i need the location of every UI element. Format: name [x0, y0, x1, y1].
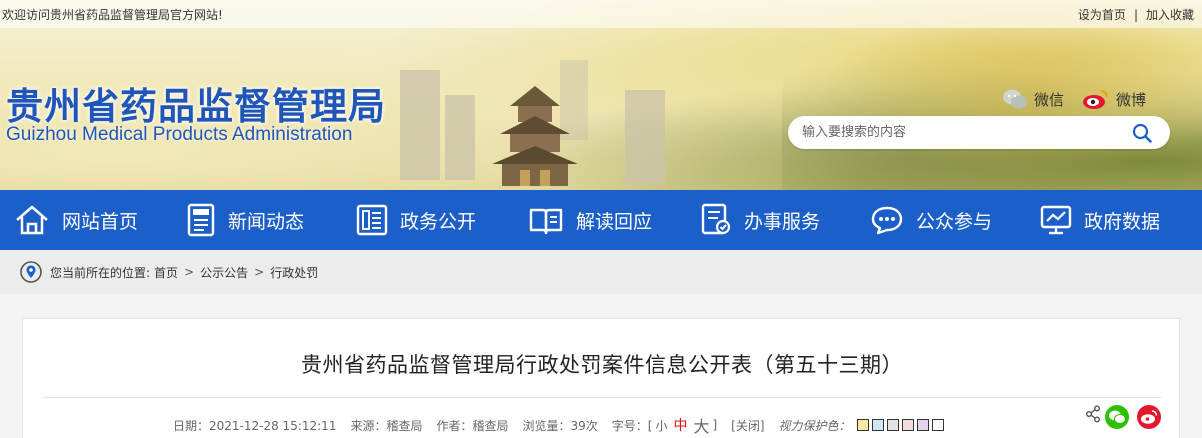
nav-label: 公众参与 [916, 210, 993, 233]
welcome-text: 欢迎访问贵州省药品监督管理局官方网站! [2, 8, 223, 22]
nav-label: 网站首页 [62, 210, 139, 233]
nav-item-government-affairs[interactable]: 政务公开 [356, 190, 476, 250]
title-divider [43, 397, 1161, 398]
eye-protection-label: 视力保护色： [778, 418, 851, 433]
service-form-icon [701, 203, 731, 235]
search-box [788, 116, 1170, 149]
weibo-share-icon [1141, 410, 1158, 424]
weibo-icon [1083, 90, 1108, 109]
nav-label: 办事服务 [744, 210, 821, 233]
nav-label: 解读回应 [576, 210, 653, 233]
eye-color-swatch-yellow[interactable] [856, 419, 869, 431]
news-icon [187, 203, 215, 237]
close-link[interactable]: [关闭] [731, 417, 764, 434]
nav-label: 政务公开 [400, 210, 477, 233]
article-meta: 日期：2021-12-28 15:12:11 来源：稽查局 作者：稽查局 浏览量… [173, 413, 947, 437]
top-links: 设为首页 | 加入收藏 [1078, 6, 1194, 23]
article-title: 贵州省药品监督管理局行政处罚案件信息公开表（第五十三期） [301, 353, 903, 377]
breadcrumb-bar: 您当前所在的位置: 首页 > 公示公告 > 行政处罚 [0, 250, 1202, 294]
book-icon [529, 208, 563, 235]
banner-building [400, 70, 440, 180]
article-author: 作者：稽查局 [436, 418, 509, 433]
breadcrumb-home[interactable]: 首页 [154, 264, 178, 281]
data-chart-icon [1040, 205, 1072, 235]
main-nav: 网站首页 新闻动态 政务公开 解读回应 办事服务 公众参与 政府数据 [0, 190, 1202, 250]
eye-color-swatch-purple[interactable] [916, 419, 929, 431]
wechat-icon [1003, 89, 1027, 109]
pagoda-illustration [492, 86, 578, 186]
location-pin-icon [20, 261, 42, 283]
font-size-small[interactable]: 小 [655, 417, 667, 434]
top-link-separator: | [1133, 8, 1138, 22]
breadcrumb-announcements[interactable]: 公示公告 [200, 264, 248, 281]
publish-date: 日期：2021-12-28 15:12:11 [173, 418, 337, 433]
nav-item-interpretation[interactable]: 解读回应 [528, 190, 652, 250]
banner-building [625, 90, 665, 185]
weibo-label: 微博 [1116, 90, 1147, 109]
site-title[interactable]: 贵州省药品监督管理局 [6, 76, 386, 130]
view-count: 浏览量：39次 [522, 418, 598, 433]
share-button[interactable] [1085, 405, 1101, 423]
banner-building [445, 95, 475, 180]
breadcrumb-separator: > [254, 265, 265, 279]
eye-color-swatch-blue[interactable] [871, 419, 884, 431]
breadcrumb-prefix: 您当前所在的位置: [50, 265, 151, 280]
article-card: 贵州省药品监督管理局行政处罚案件信息公开表（第五十三期） 日期：2021-12-… [22, 318, 1180, 438]
document-icon [356, 204, 388, 236]
nav-item-government-data[interactable]: 政府数据 [1040, 190, 1160, 250]
wechat-link[interactable]: 微信 [1002, 88, 1064, 110]
font-size-medium[interactable]: 中 [673, 415, 687, 435]
breadcrumb-separator: > [184, 265, 195, 279]
share-icon [1086, 405, 1100, 423]
search-input[interactable] [802, 122, 1122, 143]
eye-color-swatch-pink[interactable] [901, 419, 914, 431]
eye-color-swatch-gray[interactable] [886, 419, 899, 431]
wechat-share-icon [1109, 410, 1126, 424]
site-title-english: Guizhou Medical Products Administration [6, 124, 353, 145]
nav-label: 政府数据 [1084, 210, 1161, 233]
wechat-label: 微信 [1034, 90, 1065, 109]
home-icon [16, 205, 48, 235]
font-size-label: 字号：[ [611, 418, 653, 433]
add-favorite-link[interactable]: 加入收藏 [1146, 8, 1194, 22]
breadcrumb-administrative-penalty[interactable]: 行政处罚 [270, 264, 318, 281]
set-home-link[interactable]: 设为首页 [1078, 8, 1126, 22]
share-weibo-button[interactable] [1137, 405, 1161, 429]
nav-item-news[interactable]: 新闻动态 [186, 190, 304, 250]
nav-item-home[interactable]: 网站首页 [14, 190, 138, 250]
nav-label: 新闻动态 [228, 210, 305, 233]
search-icon[interactable] [1132, 123, 1152, 143]
share-wechat-button[interactable] [1105, 405, 1129, 429]
chat-icon [871, 206, 903, 235]
weibo-link[interactable]: 微博 [1082, 88, 1146, 110]
eye-color-swatch-white[interactable] [931, 419, 944, 431]
top-bar: 欢迎访问贵州省药品监督管理局官方网站! 设为首页 | 加入收藏 [0, 0, 1202, 28]
font-size-large[interactable]: 大 [693, 413, 709, 437]
article-source: 来源：稽查局 [350, 418, 423, 433]
nav-item-services[interactable]: 办事服务 [700, 190, 820, 250]
breadcrumb: 您当前所在的位置: 首页 > 公示公告 > 行政处罚 [20, 260, 318, 284]
font-size-bracket-close: ] [712, 418, 718, 432]
nav-item-public-participation[interactable]: 公众参与 [870, 190, 992, 250]
